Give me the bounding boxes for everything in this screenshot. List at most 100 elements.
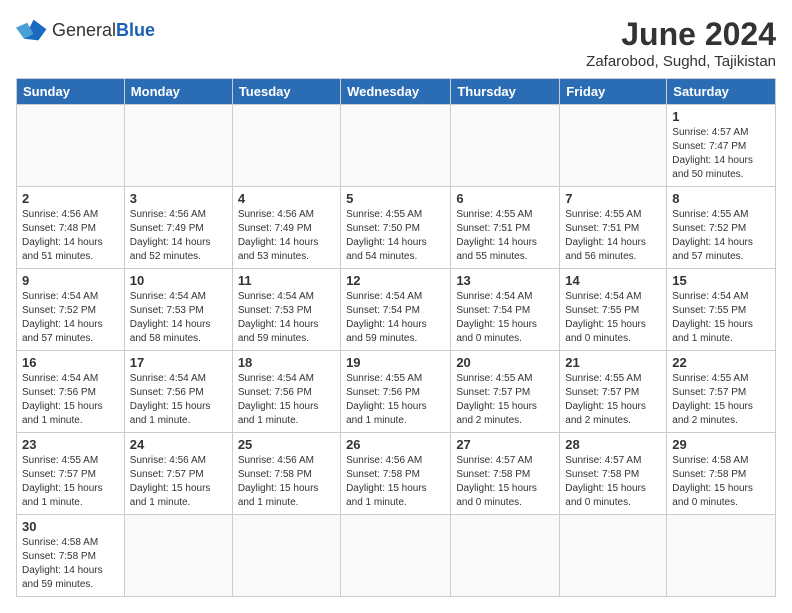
day-info: Sunrise: 4:54 AM Sunset: 7:56 PM Dayligh… <box>130 372 227 428</box>
day-info: Sunrise: 4:54 AM Sunset: 7:56 PM Dayligh… <box>22 372 119 428</box>
day-info: Sunrise: 4:54 AM Sunset: 7:53 PM Dayligh… <box>130 290 227 346</box>
calendar-cell <box>451 515 560 597</box>
day-number: 24 <box>130 437 227 452</box>
day-info: Sunrise: 4:54 AM Sunset: 7:52 PM Dayligh… <box>22 290 119 346</box>
day-info: Sunrise: 4:54 AM Sunset: 7:54 PM Dayligh… <box>456 290 554 346</box>
calendar-cell <box>17 105 125 187</box>
calendar-cell: 27 Sunrise: 4:57 AM Sunset: 7:58 PM Dayli… <box>451 433 560 515</box>
day-number: 5 <box>346 191 445 206</box>
calendar-cell <box>232 105 340 187</box>
calendar-cell: 5 Sunrise: 4:55 AM Sunset: 7:50 PM Daylig… <box>341 187 451 269</box>
header-day-wednesday: Wednesday <box>341 79 451 105</box>
day-info: Sunrise: 4:54 AM Sunset: 7:55 PM Dayligh… <box>565 290 661 346</box>
calendar-cell <box>560 515 667 597</box>
day-info: Sunrise: 4:54 AM Sunset: 7:56 PM Dayligh… <box>238 372 335 428</box>
calendar-week-row: 23Sunrise: 4:55 AM Sunset: 7:57 PM Dayli… <box>17 433 776 515</box>
day-info: Sunrise: 4:54 AM Sunset: 7:55 PM Dayligh… <box>672 290 770 346</box>
day-number: 19 <box>346 355 445 370</box>
calendar-cell <box>232 515 340 597</box>
calendar-cell: 9 Sunrise: 4:54 AM Sunset: 7:52 PM Daylig… <box>17 269 125 351</box>
day-info: Sunrise: 4:57 AM Sunset: 7:58 PM Dayligh… <box>565 454 661 510</box>
calendar-cell <box>560 105 667 187</box>
day-info: Sunrise: 4:56 AM Sunset: 7:49 PM Dayligh… <box>238 208 335 264</box>
day-number: 18 <box>238 355 335 370</box>
day-number: 7 <box>565 191 661 206</box>
calendar-cell: 12Sunrise: 4:54 AM Sunset: 7:54 PM Dayli… <box>341 269 451 351</box>
day-info: Sunrise: 4:56 AM Sunset: 7:48 PM Dayligh… <box>22 208 119 264</box>
calendar-cell: 29 Sunrise: 4:58 AM Sunset: 7:58 PM Dayli… <box>667 433 776 515</box>
day-number: 29 <box>672 437 770 452</box>
header-day-thursday: Thursday <box>451 79 560 105</box>
calendar-cell: 19 Sunrise: 4:55 AM Sunset: 7:56 PM Dayli… <box>341 351 451 433</box>
day-number: 2 <box>22 191 119 206</box>
title-block: June 2024 Zafarobod, Sughd, Tajikistan <box>586 16 776 70</box>
calendar-cell: 11 Sunrise: 4:54 AM Sunset: 7:53 PM Dayli… <box>232 269 340 351</box>
calendar-cell: 1 Sunrise: 4:57 AM Sunset: 7:47 PM Daylig… <box>667 105 776 187</box>
calendar-cell: 4 Sunrise: 4:56 AM Sunset: 7:49 PM Daylig… <box>232 187 340 269</box>
calendar-cell: 15 Sunrise: 4:54 AM Sunset: 7:55 PM Dayli… <box>667 269 776 351</box>
day-number: 13 <box>456 273 554 288</box>
day-number: 16 <box>22 355 119 370</box>
day-info: Sunrise: 4:55 AM Sunset: 7:51 PM Dayligh… <box>565 208 661 264</box>
day-number: 23 <box>22 437 119 452</box>
calendar-cell: 18 Sunrise: 4:54 AM Sunset: 7:56 PM Dayli… <box>232 351 340 433</box>
day-number: 11 <box>238 273 335 288</box>
calendar-cell: 3 Sunrise: 4:56 AM Sunset: 7:49 PM Daylig… <box>124 187 232 269</box>
day-info: Sunrise: 4:58 AM Sunset: 7:58 PM Dayligh… <box>672 454 770 510</box>
day-number: 8 <box>672 191 770 206</box>
day-info: Sunrise: 4:56 AM Sunset: 7:58 PM Dayligh… <box>346 454 445 510</box>
calendar-cell: 13 Sunrise: 4:54 AM Sunset: 7:54 PM Dayli… <box>451 269 560 351</box>
day-info: Sunrise: 4:55 AM Sunset: 7:57 PM Dayligh… <box>672 372 770 428</box>
calendar-cell <box>124 105 232 187</box>
calendar-cell: 7 Sunrise: 4:55 AM Sunset: 7:51 PM Daylig… <box>560 187 667 269</box>
day-info: Sunrise: 4:55 AM Sunset: 7:50 PM Dayligh… <box>346 208 445 264</box>
day-number: 28 <box>565 437 661 452</box>
day-number: 22 <box>672 355 770 370</box>
calendar-cell: 10 Sunrise: 4:54 AM Sunset: 7:53 PM Dayli… <box>124 269 232 351</box>
calendar-cell: 30Sunrise: 4:58 AM Sunset: 7:58 PM Dayli… <box>17 515 125 597</box>
day-number: 9 <box>22 273 119 288</box>
day-info: Sunrise: 4:55 AM Sunset: 7:57 PM Dayligh… <box>456 372 554 428</box>
calendar-title: June 2024 <box>586 16 776 53</box>
day-info: Sunrise: 4:57 AM Sunset: 7:58 PM Dayligh… <box>456 454 554 510</box>
logo-text: GeneralBlue <box>52 20 155 41</box>
calendar-cell: 28 Sunrise: 4:57 AM Sunset: 7:58 PM Dayli… <box>560 433 667 515</box>
day-number: 6 <box>456 191 554 206</box>
day-info: Sunrise: 4:56 AM Sunset: 7:57 PM Dayligh… <box>130 454 227 510</box>
day-number: 10 <box>130 273 227 288</box>
day-number: 14 <box>565 273 661 288</box>
calendar-cell: 17 Sunrise: 4:54 AM Sunset: 7:56 PM Dayli… <box>124 351 232 433</box>
calendar-cell: 8 Sunrise: 4:55 AM Sunset: 7:52 PM Daylig… <box>667 187 776 269</box>
day-number: 3 <box>130 191 227 206</box>
day-number: 25 <box>238 437 335 452</box>
day-number: 20 <box>456 355 554 370</box>
calendar-cell: 16 Sunrise: 4:54 AM Sunset: 7:56 PM Dayli… <box>17 351 125 433</box>
day-number: 15 <box>672 273 770 288</box>
calendar-week-row: 1 Sunrise: 4:57 AM Sunset: 7:47 PM Daylig… <box>17 105 776 187</box>
calendar-cell: 22 Sunrise: 4:55 AM Sunset: 7:57 PM Dayli… <box>667 351 776 433</box>
calendar-week-row: 2 Sunrise: 4:56 AM Sunset: 7:48 PM Daylig… <box>17 187 776 269</box>
day-info: Sunrise: 4:55 AM Sunset: 7:51 PM Dayligh… <box>456 208 554 264</box>
day-info: Sunrise: 4:56 AM Sunset: 7:49 PM Dayligh… <box>130 208 227 264</box>
calendar-cell: 21Sunrise: 4:55 AM Sunset: 7:57 PM Dayli… <box>560 351 667 433</box>
day-number: 27 <box>456 437 554 452</box>
day-info: Sunrise: 4:54 AM Sunset: 7:53 PM Dayligh… <box>238 290 335 346</box>
calendar-cell: 20 Sunrise: 4:55 AM Sunset: 7:57 PM Dayli… <box>451 351 560 433</box>
day-info: Sunrise: 4:58 AM Sunset: 7:58 PM Dayligh… <box>22 536 119 592</box>
calendar-cell <box>341 105 451 187</box>
day-info: Sunrise: 4:55 AM Sunset: 7:52 PM Dayligh… <box>672 208 770 264</box>
day-number: 17 <box>130 355 227 370</box>
calendar-subtitle: Zafarobod, Sughd, Tajikistan <box>586 53 776 70</box>
calendar-cell: 25Sunrise: 4:56 AM Sunset: 7:58 PM Dayli… <box>232 433 340 515</box>
day-number: 4 <box>238 191 335 206</box>
header-day-friday: Friday <box>560 79 667 105</box>
calendar-cell <box>124 515 232 597</box>
calendar-cell <box>667 515 776 597</box>
day-number: 1 <box>672 109 770 124</box>
header: GeneralBlue June 2024 Zafarobod, Sughd, … <box>16 16 776 70</box>
day-info: Sunrise: 4:55 AM Sunset: 7:56 PM Dayligh… <box>346 372 445 428</box>
calendar-table: SundayMondayTuesdayWednesdayThursdayFrid… <box>16 78 776 597</box>
day-number: 12 <box>346 273 445 288</box>
calendar-cell: 6 Sunrise: 4:55 AM Sunset: 7:51 PM Daylig… <box>451 187 560 269</box>
day-info: Sunrise: 4:57 AM Sunset: 7:47 PM Dayligh… <box>672 126 770 182</box>
